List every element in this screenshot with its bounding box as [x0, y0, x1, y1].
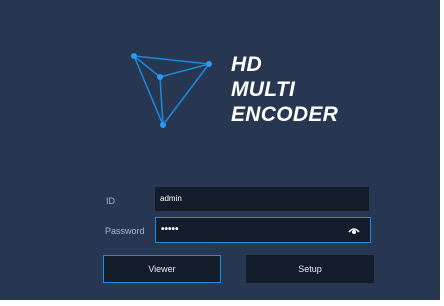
id-input[interactable]: admin	[155, 187, 369, 211]
password-input-value: •••••	[161, 224, 179, 235]
login-panel: HD MULTI ENCODER ID admin Password •••••…	[0, 0, 440, 300]
product-title-line-2: MULTI	[231, 78, 296, 101]
viewer-button[interactable]: Viewer	[103, 255, 221, 283]
product-title-line-3: ENCODER	[231, 103, 339, 126]
product-title: HD MULTI ENCODER	[231, 52, 338, 127]
pyramid-logo-icon	[131, 53, 212, 128]
id-label: ID	[106, 196, 115, 206]
setup-button-label: Setup	[298, 264, 322, 274]
setup-button[interactable]: Setup	[246, 255, 374, 283]
password-label: Password	[105, 226, 145, 236]
id-input-value: admin	[160, 194, 182, 203]
eye-icon[interactable]	[348, 226, 360, 235]
product-title-line-1: HD	[231, 53, 262, 76]
viewer-button-label: Viewer	[148, 264, 176, 274]
password-input[interactable]: •••••	[155, 217, 371, 243]
